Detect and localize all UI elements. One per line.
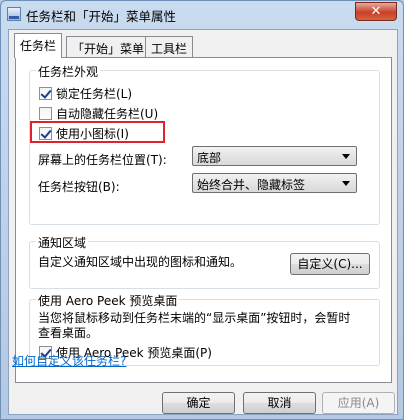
ok-button[interactable]: 确定	[162, 392, 235, 414]
chevron-down-icon	[342, 181, 350, 186]
taskbar-location-select[interactable]: 底部	[192, 146, 357, 166]
aero-peek-description-line2: 查看桌面。	[38, 326, 99, 340]
properties-window: 任务栏和「开始」菜单属性 ✕ 任务栏 「开始」菜单 工具栏 任务栏外观 锁定任务…	[0, 0, 404, 420]
group-legend-notification: 通知区域	[36, 234, 89, 251]
tab-start-menu[interactable]: 「开始」菜单	[66, 36, 151, 57]
small-icons-checkbox[interactable]: 使用小图标(I)	[39, 125, 129, 142]
notification-description: 自定义通知区域中出现的图标和通知。	[38, 255, 243, 269]
taskbar-app-icon	[7, 7, 21, 21]
taskbar-location-value: 底部	[197, 151, 222, 165]
lock-taskbar-label: 锁定任务栏(L)	[56, 87, 133, 101]
checkbox-box[interactable]	[39, 127, 52, 140]
taskbar-buttons-label: 任务栏按钮(B):	[38, 180, 120, 194]
apply-button[interactable]: 应用(A)	[322, 392, 395, 414]
checkbox-box[interactable]	[39, 87, 52, 100]
window-title: 任务栏和「开始」菜单属性	[26, 9, 177, 24]
auto-hide-checkbox[interactable]: 自动隐藏任务栏(U)	[39, 105, 158, 122]
group-legend-appearance: 任务栏外观	[36, 63, 101, 80]
customize-notifications-button[interactable]: 自定义(C)...	[290, 253, 370, 275]
taskbar-location-label: 屏幕上的任务栏位置(T):	[38, 153, 167, 167]
checkbox-box[interactable]	[39, 107, 52, 120]
auto-hide-label: 自动隐藏任务栏(U)	[56, 107, 159, 121]
small-icons-label: 使用小图标(I)	[56, 127, 129, 141]
title-bar[interactable]: 任务栏和「开始」菜单属性 ✕	[1, 1, 403, 29]
close-button[interactable]: ✕	[355, 2, 397, 21]
cancel-button[interactable]: 取消	[243, 392, 316, 414]
taskbar-buttons-select[interactable]: 始终合并、隐藏标签	[192, 173, 357, 193]
chevron-down-icon	[342, 154, 350, 159]
group-legend-aero-peek: 使用 Aero Peek 预览桌面	[36, 292, 180, 309]
tab-panel-taskbar: 任务栏外观 锁定任务栏(L) 自动隐藏任务栏(U) 使用小图标(I) 屏幕上的任…	[15, 57, 392, 383]
tab-taskbar[interactable]: 任务栏	[14, 33, 63, 58]
taskbar-buttons-value: 始终合并、隐藏标签	[197, 178, 306, 192]
lock-taskbar-checkbox[interactable]: 锁定任务栏(L)	[39, 85, 132, 102]
help-link[interactable]: 如何自定义该任务栏?	[12, 352, 126, 369]
tab-toolbars[interactable]: 工具栏	[145, 36, 194, 57]
dialog-client-area: 任务栏 「开始」菜单 工具栏 任务栏外观 锁定任务栏(L) 自动隐藏任务栏(U)…	[8, 29, 398, 415]
